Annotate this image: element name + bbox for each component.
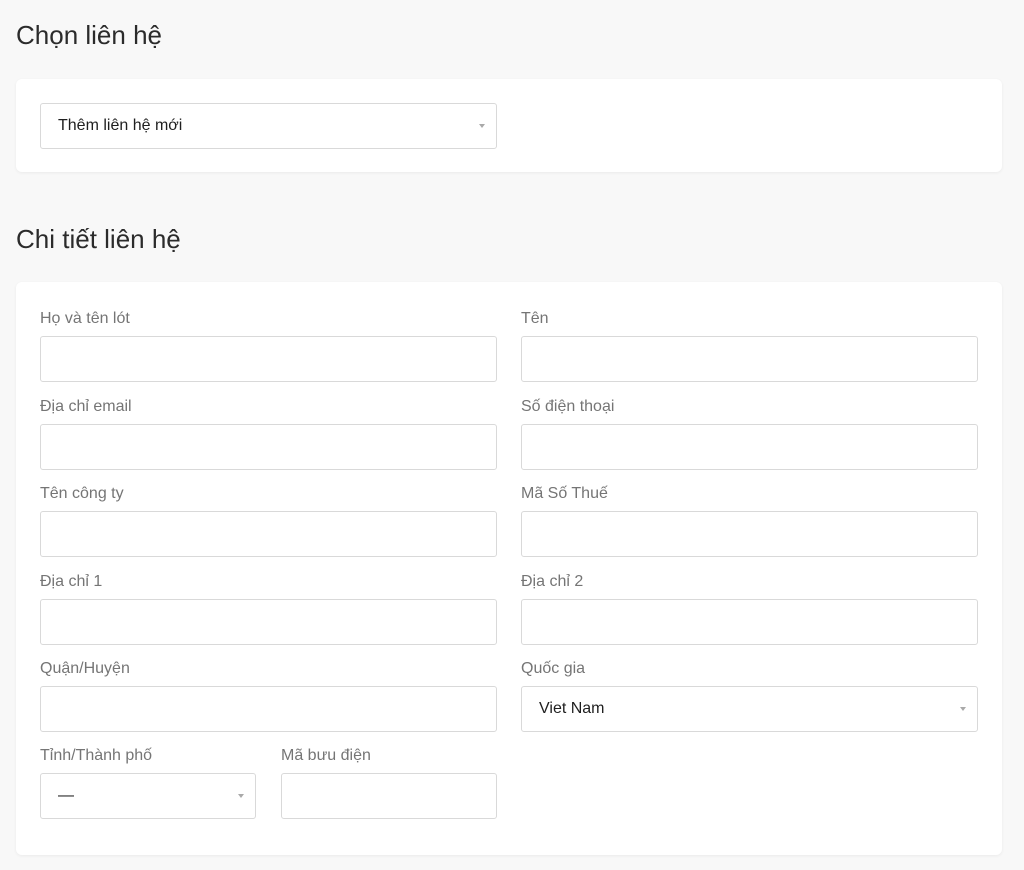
country-select[interactable]: Viet Nam [521,686,978,732]
chevron-down-icon [238,794,244,798]
tax-code-label: Mã Số Thuế [521,485,608,502]
last-name-field[interactable] [521,336,978,382]
province-select-value: — [58,787,74,804]
email-label: Địa chỉ email [40,398,132,415]
district-field[interactable] [40,686,497,732]
postal-code-field[interactable] [281,773,497,819]
address2-field[interactable] [521,599,978,645]
address1-label: Địa chỉ 1 [40,573,103,590]
country-select-value: Viet Nam [539,700,605,717]
contact-details-card: Họ và tên lót Tên Địa chỉ email Số điện … [16,282,1002,855]
country-label: Quốc gia [521,660,586,677]
district-label: Quận/Huyện [40,660,130,677]
postal-code-label: Mã bưu điện [281,747,371,764]
contact-select[interactable]: Thêm liên hệ mới [40,103,497,149]
first-middle-name-field[interactable] [40,336,497,382]
company-label: Tên công ty [40,485,124,502]
chevron-down-icon [479,124,485,128]
last-name-label: Tên [521,310,549,327]
address1-field[interactable] [40,599,497,645]
choose-contact-card: Thêm liên hệ mới [16,79,1002,172]
tax-code-field[interactable] [521,511,978,557]
phone-field[interactable] [521,424,978,470]
province-label: Tỉnh/Thành phố [40,747,153,764]
chevron-down-icon [960,707,966,711]
company-field[interactable] [40,511,497,557]
contact-select-value: Thêm liên hệ mới [58,117,183,134]
province-select[interactable]: — [40,773,256,819]
address2-label: Địa chỉ 2 [521,573,584,590]
email-field[interactable] [40,424,497,470]
phone-label: Số điện thoại [521,398,615,415]
choose-contact-title: Chọn liên hệ [16,20,162,50]
contact-details-title: Chi tiết liên hệ [16,224,181,254]
first-middle-name-label: Họ và tên lót [40,310,130,327]
